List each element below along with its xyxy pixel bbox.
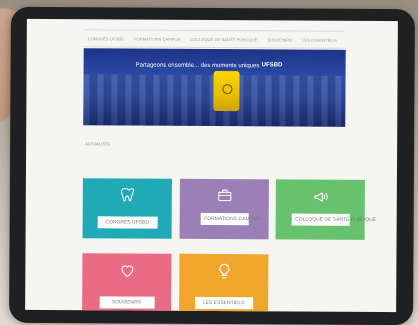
- tile-colloque-label: COLLOQUE DE SANTÉ PUBLIQUE: [291, 213, 376, 226]
- tile-colloque-sante-publique[interactable]: COLLOQUE DE SANTÉ PUBLIQUE: [275, 179, 376, 240]
- tile-souvenirs-label: SOUVENIRS: [99, 296, 155, 309]
- nav-item-congres[interactable]: CONGRÈS UFSBD: [88, 36, 124, 41]
- tablet-screen: CONGRÈS UFSBD FORMATIONS CAMPUS COLLOQUE…: [25, 18, 398, 313]
- briefcase-icon: [217, 189, 231, 202]
- megaphone-icon: [313, 192, 328, 202]
- hero-banner: Partageons ensemble... des moments uniqu…: [83, 48, 346, 127]
- tile-formations-label-text: FORMATIONS CAMPUS: [204, 215, 260, 223]
- yellow-seat-image: [213, 71, 240, 112]
- nav-item-colloque[interactable]: COLLOQUE DE SANTÉ PUBLIQUE: [190, 36, 257, 41]
- banner-brand: UFSBD: [261, 62, 283, 69]
- tooth-icon: [120, 188, 134, 202]
- nav-item-essentiels[interactable]: LES ESSENTIELS: [302, 37, 337, 42]
- banner-headline: Partageons ensemble... des moments uniqu…: [135, 62, 260, 70]
- tile-formations-campus[interactable]: FORMATIONS CAMPUS: [179, 178, 269, 240]
- nav-item-souvenirs[interactable]: SOUVENIRS: [268, 37, 292, 42]
- section-title: ACTUALITÉS: [85, 141, 110, 147]
- tablet-device: CONGRÈS UFSBD FORMATIONS CAMPUS COLLOQUE…: [9, 6, 415, 325]
- tile-colloque-label-text: COLLOQUE DE SANTÉ PUBLIQUE: [295, 216, 377, 224]
- tile-formations-label: FORMATIONS CAMPUS: [200, 212, 260, 226]
- lightbulb-icon: [218, 263, 229, 279]
- tile-congres-ufsbd[interactable]: CONGRÈS UFSBD: [82, 178, 172, 239]
- tile-les-essentiels[interactable]: LES ESSENTIELS: [179, 253, 269, 313]
- nav-item-formations[interactable]: FORMATIONS CAMPUS: [134, 36, 180, 41]
- top-navigation: CONGRÈS UFSBD FORMATIONS CAMPUS COLLOQUE…: [83, 29, 344, 49]
- tile-essentiels-label: LES ESSENTIELS: [194, 296, 253, 310]
- tile-congres-label: CONGRÈS UFSBD: [97, 216, 158, 229]
- heart-icon: [121, 265, 133, 278]
- tile-souvenirs[interactable]: SOUVENIRS: [82, 253, 172, 313]
